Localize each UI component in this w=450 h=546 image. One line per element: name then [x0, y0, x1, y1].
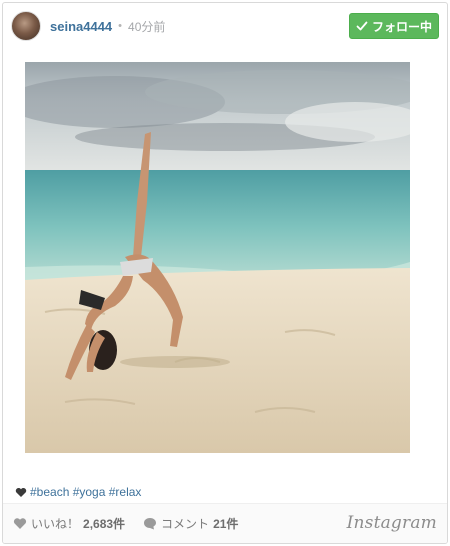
comments-label: コメント [161, 517, 210, 531]
post-header: seina4444 • 40分前 フォロー中 [3, 3, 447, 49]
comments-counter[interactable]: コメント 21件 [143, 515, 238, 532]
post-caption: #beach #yoga #relax [15, 485, 141, 499]
likes-counter[interactable]: いいね！ 2,683件 [13, 515, 125, 532]
comments-count: 21件 [213, 517, 239, 531]
post-photo[interactable] [25, 62, 410, 453]
avatar[interactable] [11, 11, 41, 41]
separator-dot: • [118, 20, 123, 32]
beach-yoga-photo [25, 62, 410, 453]
post-time[interactable]: 40分前 [128, 18, 165, 35]
follow-button[interactable]: フォロー中 [349, 13, 439, 39]
heart-icon [15, 487, 27, 497]
instagram-post-card: seina4444 • 40分前 フォロー中 #beach #yoga #rel… [2, 2, 448, 544]
instagram-logo[interactable]: Instagram [347, 513, 437, 533]
follow-button-label: フォロー中 [371, 19, 432, 34]
likes-label: いいね！ [31, 517, 80, 531]
likes-count: 2,683件 [83, 517, 126, 531]
check-icon [356, 21, 368, 31]
hashtags[interactable]: #beach #yoga #relax [30, 485, 141, 499]
username-link[interactable]: seina4444 [50, 19, 112, 34]
comment-icon [144, 518, 157, 530]
heart-icon [13, 518, 27, 529]
post-footer: いいね！ 2,683件 コメント 21件 Instagram [3, 503, 447, 543]
